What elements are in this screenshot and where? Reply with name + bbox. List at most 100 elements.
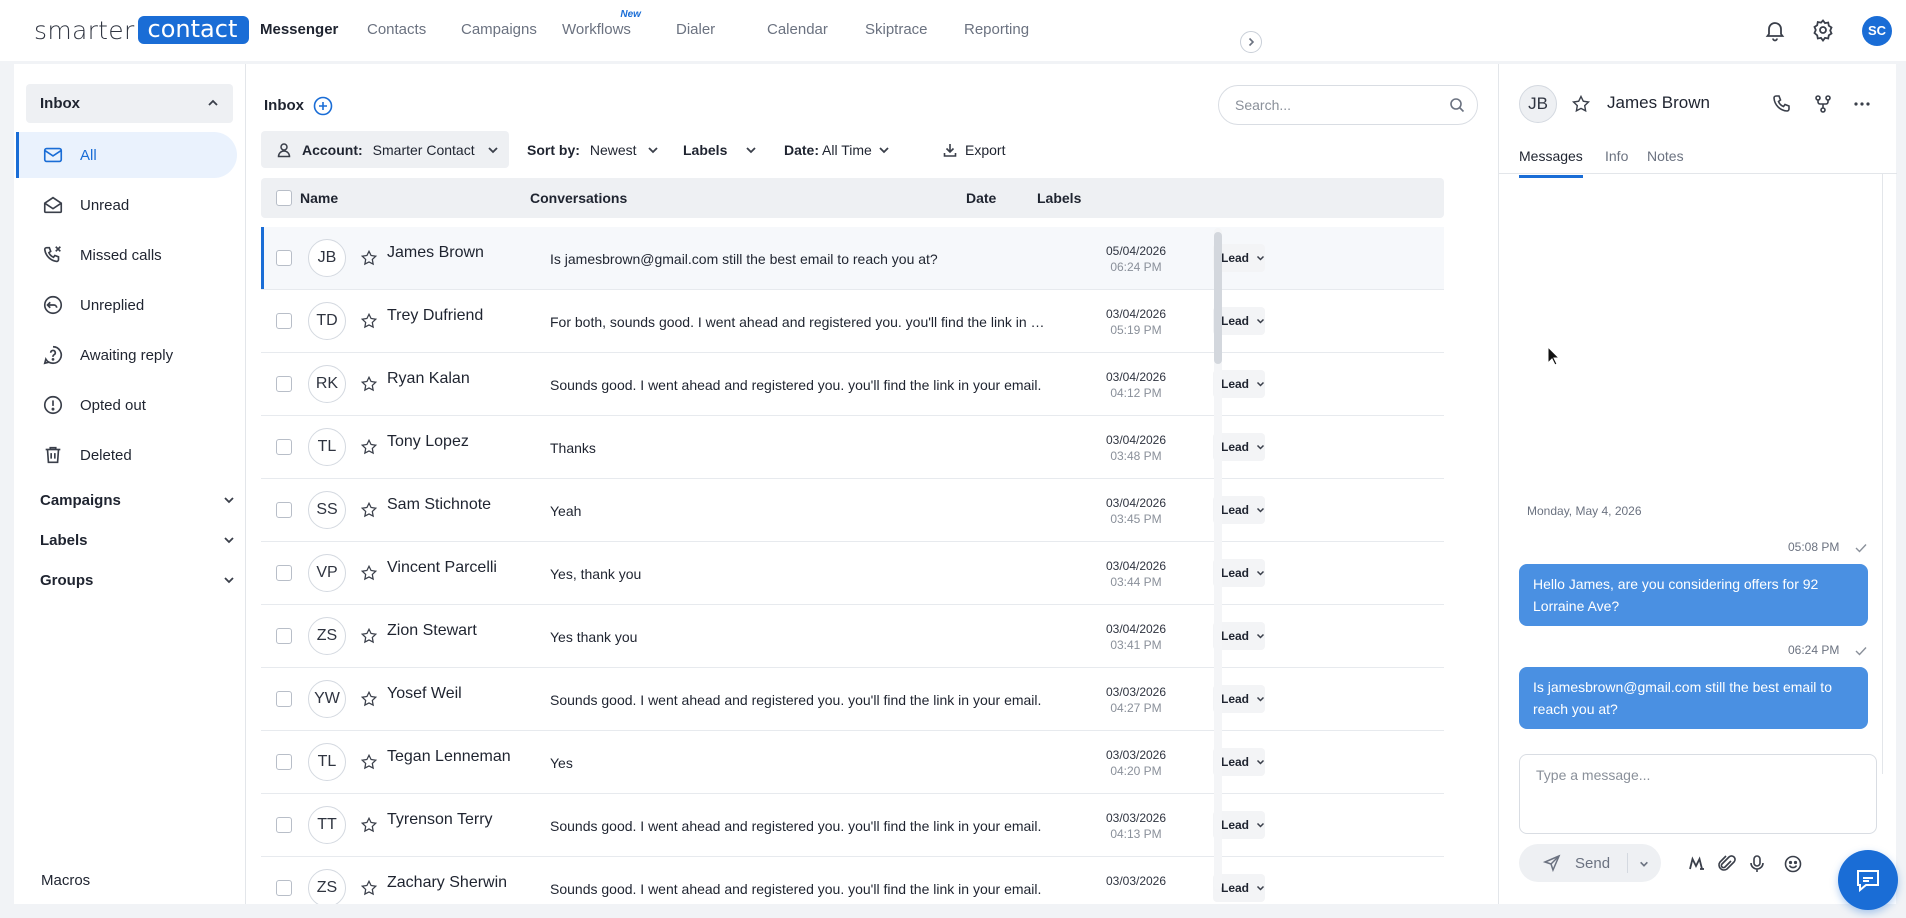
nav-reporting[interactable]: Reporting bbox=[964, 0, 1029, 61]
sidebar-section-groups[interactable]: Groups bbox=[40, 565, 235, 595]
table-row[interactable]: ZS Zion Stewart Yes thank you 03/04/2026… bbox=[261, 605, 1444, 668]
row-checkbox[interactable] bbox=[276, 565, 292, 581]
table-row[interactable]: TL Tony Lopez Thanks 03/04/2026 03:48 PM … bbox=[261, 416, 1444, 479]
chevron-down-icon bbox=[224, 577, 234, 584]
collapse-panel-button[interactable] bbox=[1240, 31, 1262, 53]
message-date: 03/04/2026 03:45 PM bbox=[1105, 496, 1167, 526]
star-icon[interactable] bbox=[360, 312, 378, 330]
star-icon[interactable] bbox=[360, 249, 378, 267]
message-preview: Yeah bbox=[550, 503, 582, 519]
question-icon bbox=[43, 345, 63, 365]
star-icon[interactable] bbox=[360, 753, 378, 771]
nav-campaigns[interactable]: Campaigns bbox=[461, 0, 537, 61]
star-icon[interactable] bbox=[360, 690, 378, 708]
share-icon[interactable] bbox=[1812, 93, 1834, 115]
contact-name: Tegan Lenneman bbox=[387, 748, 511, 765]
message-date: 03/04/2026 03:48 PM bbox=[1105, 433, 1167, 463]
sidebar-item-opted-out[interactable]: Opted out bbox=[16, 382, 237, 428]
sidebar-item-awaiting-reply[interactable]: Awaiting reply bbox=[16, 332, 237, 378]
row-checkbox[interactable] bbox=[276, 754, 292, 770]
support-chat-button[interactable] bbox=[1838, 850, 1898, 910]
table-row[interactable]: ZS Zachary Sherwin Sounds good. I went a… bbox=[261, 857, 1444, 904]
chevron-down-icon bbox=[647, 146, 658, 153]
star-icon[interactable] bbox=[1571, 94, 1591, 114]
row-checkbox[interactable] bbox=[276, 691, 292, 707]
row-checkbox[interactable] bbox=[276, 439, 292, 455]
message-date: 03/04/2026 05:19 PM bbox=[1105, 307, 1167, 337]
labels-filter[interactable]: Labels bbox=[683, 131, 757, 168]
star-icon[interactable] bbox=[360, 564, 378, 582]
star-icon[interactable] bbox=[360, 816, 378, 834]
macro-icon[interactable] bbox=[1687, 854, 1707, 874]
gear-icon[interactable] bbox=[1811, 18, 1835, 42]
row-checkbox[interactable] bbox=[276, 250, 292, 266]
emoji-icon[interactable] bbox=[1783, 854, 1803, 874]
sidebar-item-unread[interactable]: Unread bbox=[16, 182, 237, 228]
brand-logo[interactable]: smarter contact bbox=[34, 16, 250, 45]
chat-icon bbox=[1857, 870, 1879, 893]
star-icon[interactable] bbox=[360, 627, 378, 645]
more-options-icon[interactable] bbox=[1851, 93, 1873, 115]
chevron-down-icon bbox=[879, 146, 889, 153]
macros-link[interactable]: Macros bbox=[41, 872, 90, 889]
list-scrollbar-thumb[interactable] bbox=[1214, 232, 1222, 364]
search-box[interactable] bbox=[1218, 85, 1478, 125]
add-inbox-button[interactable] bbox=[313, 96, 333, 116]
sidebar-item-unreplied[interactable]: Unreplied bbox=[16, 282, 237, 328]
sidebar-item-all[interactable]: All bbox=[16, 132, 237, 178]
table-row[interactable]: JB James Brown Is jamesbrown@gmail.com s… bbox=[261, 227, 1444, 290]
paperclip-icon[interactable] bbox=[1717, 854, 1737, 874]
mail-icon bbox=[43, 147, 63, 163]
star-icon[interactable] bbox=[360, 501, 378, 519]
nav-calendar[interactable]: Calendar bbox=[767, 0, 828, 61]
table-row[interactable]: YW Yosef Weil Sounds good. I went ahead … bbox=[261, 668, 1444, 731]
star-icon[interactable] bbox=[360, 879, 378, 897]
table-row[interactable]: SS Sam Stichnote Yeah 03/04/2026 03:45 PM… bbox=[261, 479, 1444, 542]
column-date[interactable]: Date bbox=[966, 190, 996, 206]
microphone-icon[interactable] bbox=[1747, 854, 1767, 874]
table-row[interactable]: VP Vincent Parcelli Yes, thank you 03/04… bbox=[261, 542, 1444, 605]
star-icon[interactable] bbox=[360, 375, 378, 393]
sidebar-item-deleted[interactable]: Deleted bbox=[16, 432, 237, 478]
star-icon[interactable] bbox=[360, 438, 378, 456]
message-date: 03/03/2026 04:20 PM bbox=[1105, 748, 1167, 778]
message-preview: Sounds good. I went ahead and registered… bbox=[550, 377, 1042, 393]
sort-filter[interactable]: Sort by: Newest bbox=[527, 131, 659, 168]
row-checkbox[interactable] bbox=[276, 313, 292, 329]
outgoing-message: Hello James, are you considering offers … bbox=[1519, 564, 1868, 626]
bell-icon[interactable] bbox=[1763, 18, 1787, 42]
phone-icon[interactable] bbox=[1771, 93, 1793, 115]
select-all-checkbox[interactable] bbox=[276, 190, 292, 206]
table-row[interactable]: TL Tegan Lenneman Yes 03/03/2026 04:20 PM… bbox=[261, 731, 1444, 794]
date-filter[interactable]: Date: All Time bbox=[784, 131, 890, 168]
sidebar-section-labels[interactable]: Labels bbox=[40, 525, 235, 555]
nav-dialer[interactable]: Dialer bbox=[676, 0, 715, 61]
table-row[interactable]: TD Trey Dufriend For both, sounds good. … bbox=[261, 290, 1444, 353]
nav-workflows[interactable]: Workflows New bbox=[562, 0, 641, 61]
export-button[interactable]: Export bbox=[942, 131, 1005, 168]
nav-messenger[interactable]: Messenger bbox=[260, 0, 338, 61]
message-composer[interactable] bbox=[1519, 754, 1877, 834]
inbox-section-toggle[interactable]: Inbox bbox=[26, 84, 233, 123]
account-filter[interactable]: Account: Smarter Contact bbox=[261, 131, 509, 168]
row-checkbox[interactable] bbox=[276, 817, 292, 833]
row-checkbox[interactable] bbox=[276, 880, 292, 896]
contact-name: Yosef Weil bbox=[387, 685, 462, 702]
search-input[interactable] bbox=[1235, 95, 1435, 115]
user-avatar[interactable]: SC bbox=[1862, 16, 1892, 46]
message-date: 03/03/2026 04:27 PM bbox=[1105, 685, 1167, 715]
sidebar-item-missed-calls[interactable]: Missed calls bbox=[16, 232, 237, 278]
nav-skiptrace[interactable]: Skiptrace bbox=[865, 0, 928, 61]
column-name[interactable]: Name bbox=[300, 190, 338, 206]
table-row[interactable]: TT Tyrenson Terry Sounds good. I went ah… bbox=[261, 794, 1444, 857]
nav-contacts[interactable]: Contacts bbox=[367, 0, 426, 61]
message-time: 05:08 PM bbox=[1788, 540, 1840, 554]
table-row[interactable]: RK Ryan Kalan Sounds good. I went ahead … bbox=[261, 353, 1444, 416]
message-input[interactable] bbox=[1536, 767, 1856, 823]
row-checkbox[interactable] bbox=[276, 628, 292, 644]
sidebar-section-campaigns[interactable]: Campaigns bbox=[40, 485, 235, 515]
send-button[interactable]: Send bbox=[1519, 844, 1661, 882]
top-navigation: smarter contact Messenger Contacts Campa… bbox=[0, 0, 1906, 61]
row-checkbox[interactable] bbox=[276, 376, 292, 392]
row-checkbox[interactable] bbox=[276, 502, 292, 518]
